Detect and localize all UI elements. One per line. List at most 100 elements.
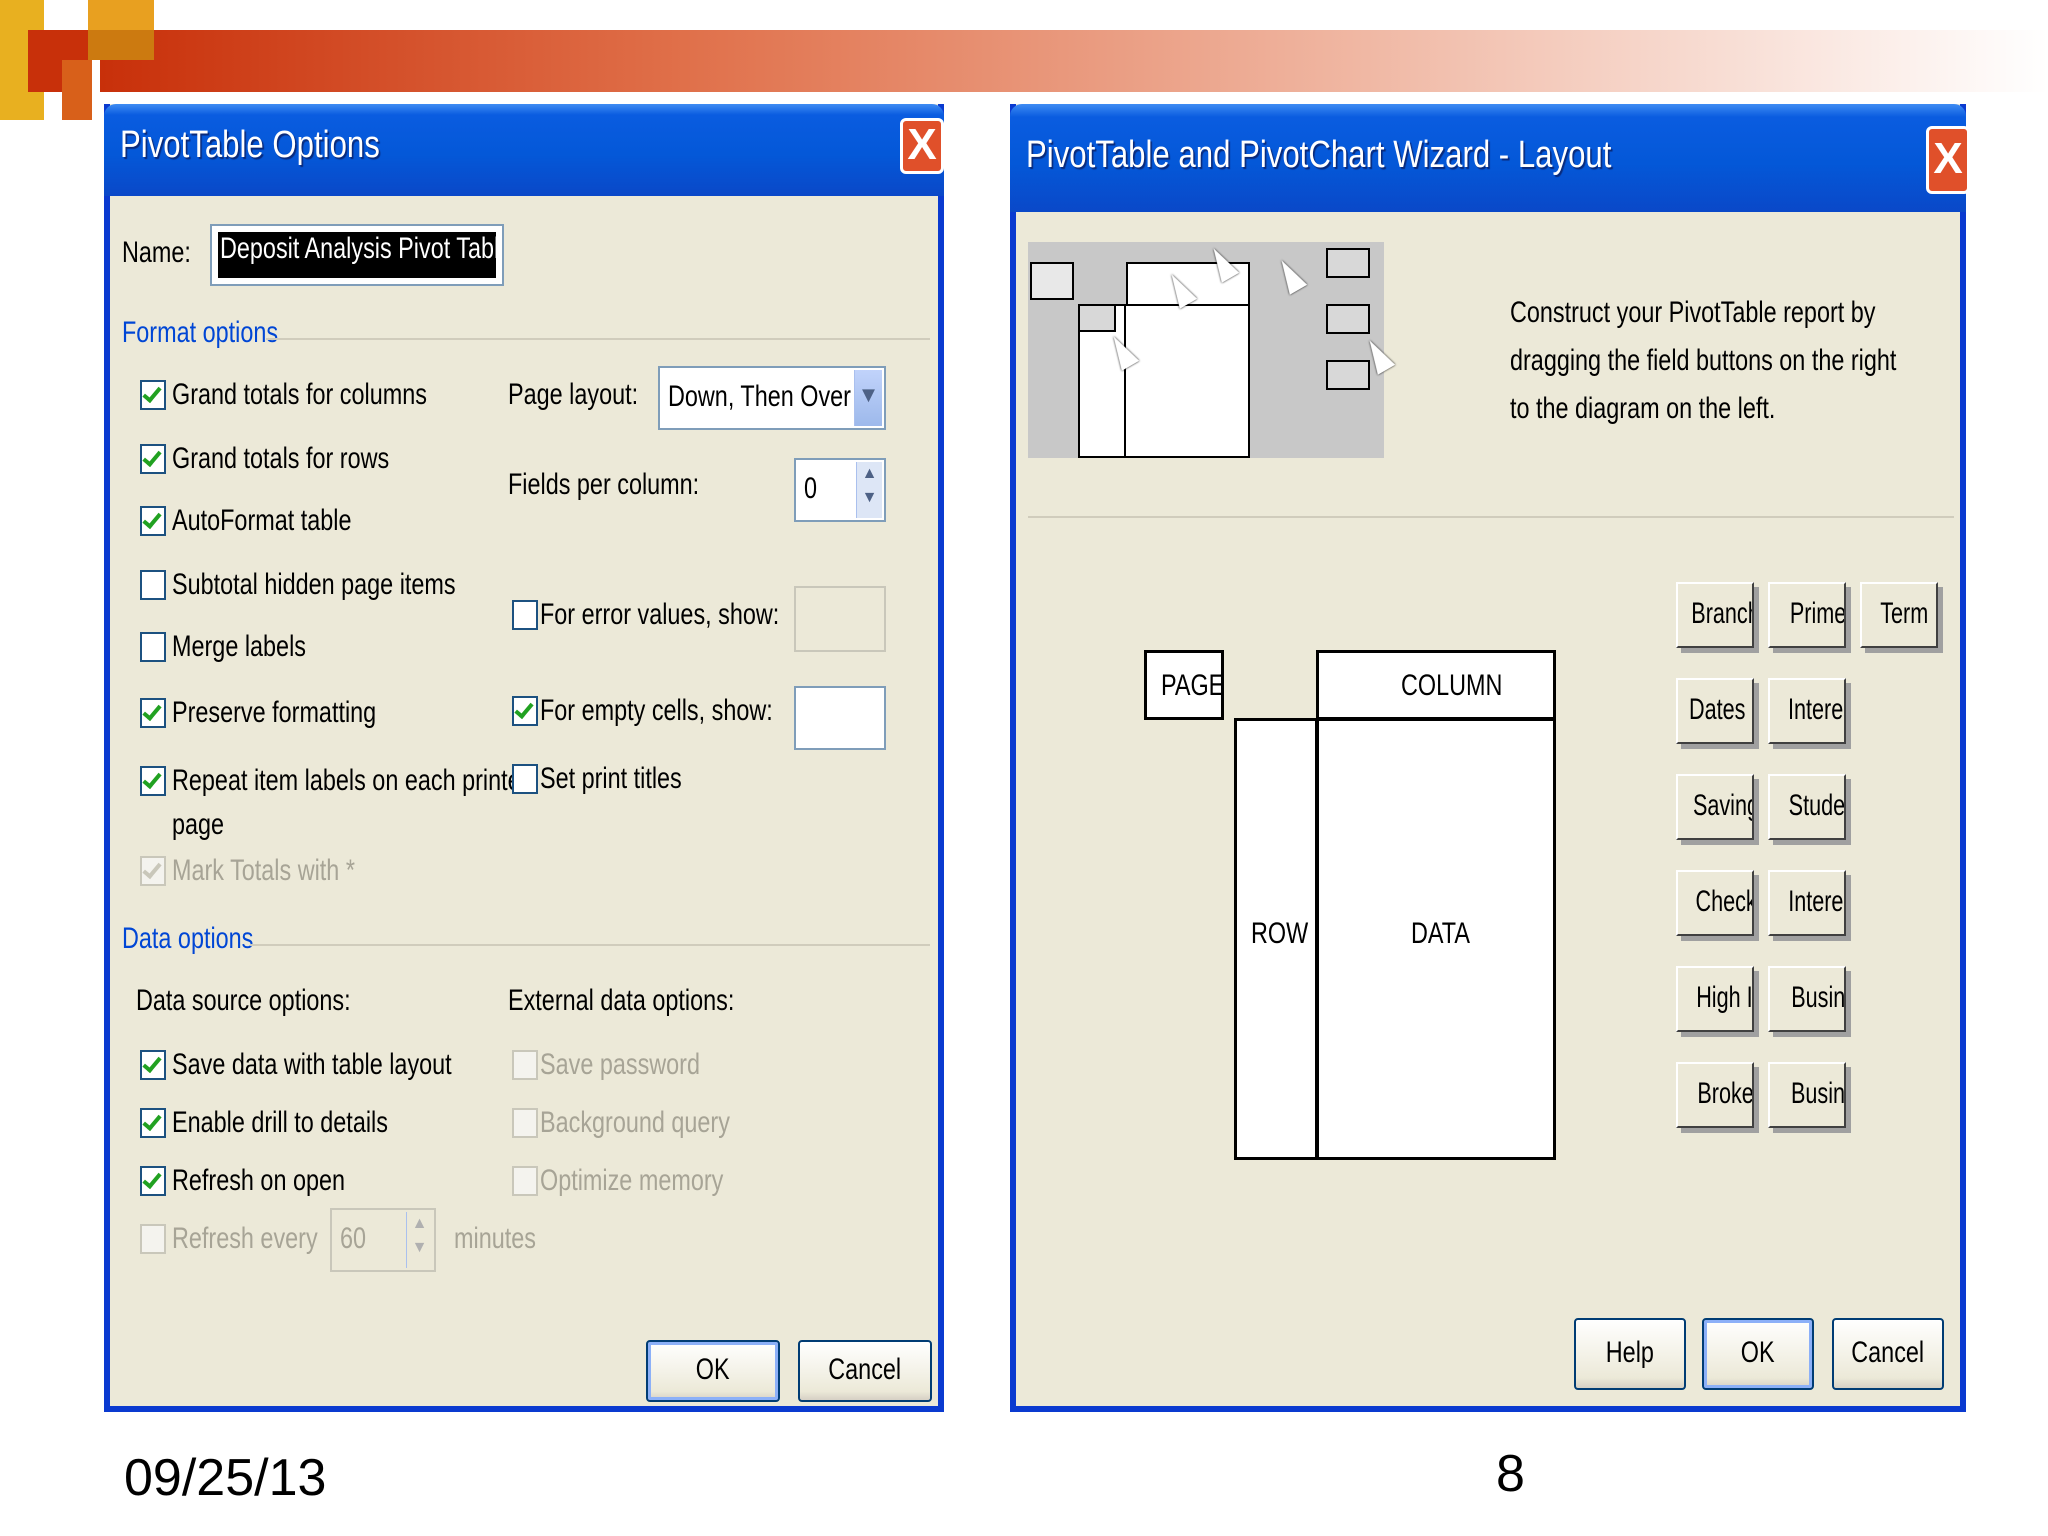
- field-button-branch[interactable]: Branch: [1676, 582, 1754, 648]
- layout-illustration: [1028, 242, 1396, 458]
- enable-drill-checkbox[interactable]: [140, 1108, 166, 1138]
- cancel-button[interactable]: Cancel: [798, 1340, 932, 1402]
- instructions-line-3: to the diagram on the left.: [1510, 392, 1776, 425]
- divider: [250, 944, 930, 946]
- merge-labels-checkbox[interactable]: [140, 632, 166, 662]
- mini-data-box: [1124, 304, 1250, 458]
- preserve-formatting-checkbox[interactable]: [140, 698, 166, 728]
- refresh-on-open-checkbox[interactable]: [140, 1166, 166, 1196]
- spinner-arrows-icon: ▲ ▼: [406, 1212, 432, 1268]
- field-button-business-savings[interactable]: Business S: [1768, 1062, 1846, 1128]
- data-options-heading: Data options: [122, 922, 254, 955]
- mini-field-button: [1326, 304, 1370, 334]
- field-button-interest-savings[interactable]: Interest S: [1768, 678, 1846, 744]
- slide-header-bar: [100, 30, 2048, 92]
- page-layout-value: Down, Then Over: [668, 380, 851, 413]
- refresh-interval-value: 60: [340, 1222, 367, 1255]
- pivottable-options-dialog: PivotTable Options X Name: Deposit Analy…: [104, 104, 944, 1412]
- field-button-interest-checking[interactable]: Interest C: [1768, 870, 1846, 936]
- print-titles-checkbox[interactable]: [512, 764, 538, 794]
- title-bar: PivotTable and PivotChart Wizard - Layou…: [1010, 104, 1970, 212]
- checkbox-label: Refresh on open: [172, 1164, 346, 1197]
- checkbox-label: Preserve formatting: [172, 696, 377, 729]
- field-button-term-deposit[interactable]: Term Dep: [1860, 582, 1938, 648]
- page-layout-dropdown[interactable]: Down, Then Over ▼: [658, 366, 886, 430]
- refresh-interval-spinner: 60 ▲ ▼: [330, 1208, 436, 1272]
- dialog-title: PivotTable Options: [120, 124, 380, 166]
- slide-date: 09/25/13: [124, 1449, 327, 1507]
- subtotal-hidden-checkbox[interactable]: [140, 570, 166, 600]
- close-button[interactable]: X: [1926, 126, 1970, 194]
- data-drop-area[interactable]: DATA: [1316, 718, 1556, 1160]
- checkbox-label: Save password: [540, 1048, 700, 1081]
- repeat-item-labels-checkbox[interactable]: [140, 766, 166, 796]
- error-values-field: [794, 586, 886, 652]
- checkbox-label: AutoFormat table: [172, 504, 352, 537]
- fields-per-column-value: 0: [804, 472, 818, 505]
- field-button-checking[interactable]: Checking: [1676, 870, 1754, 936]
- checkbox-label: For empty cells, show:: [540, 694, 773, 727]
- name-value: Deposit Analysis Pivot Table: [220, 232, 496, 265]
- grand-totals-rows-checkbox[interactable]: [140, 444, 166, 474]
- column-drop-area[interactable]: COLUMN: [1316, 650, 1556, 720]
- help-button[interactable]: Help: [1574, 1318, 1686, 1390]
- background-query-checkbox: [512, 1108, 538, 1138]
- format-options-heading: Format options: [122, 316, 279, 349]
- instructions-line-2: dragging the field buttons on the right: [1510, 344, 1897, 377]
- field-button-brokerage[interactable]: Brokerage: [1676, 1062, 1754, 1128]
- name-label: Name:: [122, 236, 191, 269]
- slide-page-number: 8: [1496, 1445, 1525, 1503]
- refresh-every-checkbox: [140, 1224, 166, 1254]
- empty-cells-field[interactable]: [794, 686, 886, 750]
- grand-totals-columns-checkbox[interactable]: [140, 380, 166, 410]
- decor-square: [88, 30, 154, 60]
- checkbox-label: Enable drill to details: [172, 1106, 388, 1139]
- page-drop-area[interactable]: PAGE: [1144, 650, 1224, 720]
- refresh-every-label: Refresh every: [172, 1222, 318, 1255]
- checkbox-label: Save data with table layout: [172, 1048, 452, 1081]
- name-field[interactable]: Deposit Analysis Pivot Table: [210, 224, 504, 286]
- close-button[interactable]: X: [900, 118, 944, 174]
- checkbox-label: Optimize memory: [540, 1164, 724, 1197]
- field-button-business-checking[interactable]: Business C: [1768, 966, 1846, 1032]
- fields-per-column-spinner[interactable]: 0 ▲ ▼: [794, 458, 886, 522]
- field-button-student-checking[interactable]: Student C: [1768, 774, 1846, 840]
- autoformat-table-checkbox[interactable]: [140, 506, 166, 536]
- divider: [266, 338, 930, 340]
- field-button-prime-checking[interactable]: Prime Che: [1768, 582, 1846, 648]
- chevron-down-icon[interactable]: ▼: [854, 370, 882, 426]
- mini-page-box: [1030, 262, 1074, 300]
- checkbox-label: Set print titles: [540, 762, 682, 795]
- mini-field-button: [1326, 360, 1370, 390]
- mini-field-button: [1326, 248, 1370, 278]
- checkbox-label: Merge labels: [172, 630, 306, 663]
- optimize-memory-checkbox: [512, 1166, 538, 1196]
- checkbox-label: Grand totals for rows: [172, 442, 390, 475]
- save-data-checkbox[interactable]: [140, 1050, 166, 1080]
- ok-button[interactable]: OK: [646, 1340, 780, 1402]
- minutes-label: minutes: [454, 1222, 536, 1255]
- field-button-savings[interactable]: Savings: [1676, 774, 1754, 840]
- mark-totals-checkbox: [140, 856, 166, 886]
- pivot-wizard-layout-dialog: PivotTable and PivotChart Wizard - Layou…: [1010, 104, 1970, 1412]
- page-layout-label: Page layout:: [508, 378, 639, 411]
- mini-field-button: [1078, 304, 1116, 332]
- row-drop-area[interactable]: ROW: [1234, 718, 1318, 1160]
- empty-cells-checkbox[interactable]: [512, 696, 538, 726]
- field-button-dates[interactable]: Dates: [1676, 678, 1754, 744]
- pointer-cursor-icon: [1272, 255, 1308, 295]
- error-values-checkbox[interactable]: [512, 600, 538, 630]
- spinner-arrows-icon[interactable]: ▲ ▼: [856, 462, 882, 518]
- checkbox-label: Subtotal hidden page items: [172, 568, 456, 601]
- checkbox-label: Mark Totals with *: [172, 854, 355, 887]
- data-source-heading: Data source options:: [136, 984, 351, 1017]
- field-button-high-interest[interactable]: High Inter: [1676, 966, 1754, 1032]
- title-bar: PivotTable Options X: [104, 104, 944, 196]
- checkbox-label: For error values, show:: [540, 598, 780, 631]
- external-data-heading: External data options:: [508, 984, 735, 1017]
- cancel-button[interactable]: Cancel: [1832, 1318, 1944, 1390]
- fields-per-column-label: Fields per column:: [508, 468, 700, 501]
- ok-button[interactable]: OK: [1702, 1318, 1814, 1390]
- checkbox-label: Grand totals for columns: [172, 378, 427, 411]
- divider: [1028, 516, 1954, 518]
